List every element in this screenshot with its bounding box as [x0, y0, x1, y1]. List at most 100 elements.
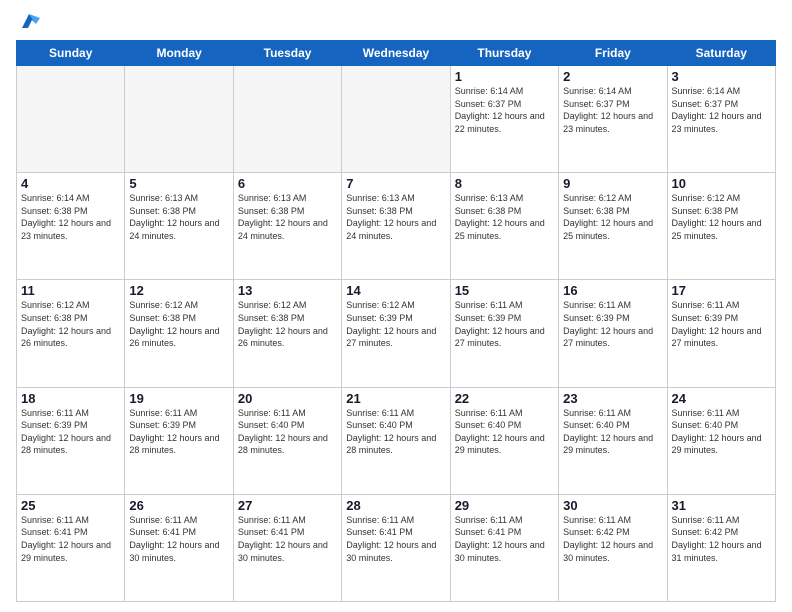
logo-icon [18, 10, 40, 32]
calendar-cell: 30Sunrise: 6:11 AMSunset: 6:42 PMDayligh… [559, 494, 667, 601]
day-number: 30 [563, 498, 662, 513]
day-number: 10 [672, 176, 771, 191]
calendar-cell: 1Sunrise: 6:14 AMSunset: 6:37 PMDaylight… [450, 66, 558, 173]
day-number: 11 [21, 283, 120, 298]
day-info: Sunrise: 6:11 AMSunset: 6:39 PMDaylight:… [672, 299, 771, 349]
calendar-week-4: 25Sunrise: 6:11 AMSunset: 6:41 PMDayligh… [17, 494, 776, 601]
day-info: Sunrise: 6:13 AMSunset: 6:38 PMDaylight:… [129, 192, 228, 242]
day-header-saturday: Saturday [667, 41, 775, 66]
day-info: Sunrise: 6:11 AMSunset: 6:39 PMDaylight:… [21, 407, 120, 457]
calendar-cell: 8Sunrise: 6:13 AMSunset: 6:38 PMDaylight… [450, 173, 558, 280]
calendar-cell: 26Sunrise: 6:11 AMSunset: 6:41 PMDayligh… [125, 494, 233, 601]
day-info: Sunrise: 6:11 AMSunset: 6:41 PMDaylight:… [129, 514, 228, 564]
day-number: 31 [672, 498, 771, 513]
calendar-cell: 29Sunrise: 6:11 AMSunset: 6:41 PMDayligh… [450, 494, 558, 601]
day-info: Sunrise: 6:12 AMSunset: 6:38 PMDaylight:… [238, 299, 337, 349]
day-info: Sunrise: 6:11 AMSunset: 6:40 PMDaylight:… [238, 407, 337, 457]
day-info: Sunrise: 6:11 AMSunset: 6:40 PMDaylight:… [455, 407, 554, 457]
header [16, 12, 776, 32]
day-header-thursday: Thursday [450, 41, 558, 66]
calendar-cell [233, 66, 341, 173]
day-info: Sunrise: 6:13 AMSunset: 6:38 PMDaylight:… [455, 192, 554, 242]
calendar-cell: 27Sunrise: 6:11 AMSunset: 6:41 PMDayligh… [233, 494, 341, 601]
calendar-cell: 11Sunrise: 6:12 AMSunset: 6:38 PMDayligh… [17, 280, 125, 387]
day-number: 20 [238, 391, 337, 406]
day-info: Sunrise: 6:14 AMSunset: 6:37 PMDaylight:… [672, 85, 771, 135]
calendar-cell: 14Sunrise: 6:12 AMSunset: 6:39 PMDayligh… [342, 280, 450, 387]
day-info: Sunrise: 6:12 AMSunset: 6:38 PMDaylight:… [563, 192, 662, 242]
day-info: Sunrise: 6:11 AMSunset: 6:41 PMDaylight:… [238, 514, 337, 564]
day-number: 21 [346, 391, 445, 406]
calendar-week-0: 1Sunrise: 6:14 AMSunset: 6:37 PMDaylight… [17, 66, 776, 173]
calendar-cell: 15Sunrise: 6:11 AMSunset: 6:39 PMDayligh… [450, 280, 558, 387]
day-number: 12 [129, 283, 228, 298]
day-number: 24 [672, 391, 771, 406]
calendar-week-3: 18Sunrise: 6:11 AMSunset: 6:39 PMDayligh… [17, 387, 776, 494]
day-number: 6 [238, 176, 337, 191]
calendar-cell: 28Sunrise: 6:11 AMSunset: 6:41 PMDayligh… [342, 494, 450, 601]
day-number: 17 [672, 283, 771, 298]
calendar-cell: 9Sunrise: 6:12 AMSunset: 6:38 PMDaylight… [559, 173, 667, 280]
calendar-cell: 6Sunrise: 6:13 AMSunset: 6:38 PMDaylight… [233, 173, 341, 280]
calendar-cell: 16Sunrise: 6:11 AMSunset: 6:39 PMDayligh… [559, 280, 667, 387]
day-number: 22 [455, 391, 554, 406]
calendar-table: SundayMondayTuesdayWednesdayThursdayFrid… [16, 40, 776, 602]
calendar-cell [17, 66, 125, 173]
calendar-cell: 12Sunrise: 6:12 AMSunset: 6:38 PMDayligh… [125, 280, 233, 387]
day-number: 2 [563, 69, 662, 84]
calendar-cell: 18Sunrise: 6:11 AMSunset: 6:39 PMDayligh… [17, 387, 125, 494]
day-info: Sunrise: 6:14 AMSunset: 6:37 PMDaylight:… [455, 85, 554, 135]
calendar-cell: 5Sunrise: 6:13 AMSunset: 6:38 PMDaylight… [125, 173, 233, 280]
day-number: 15 [455, 283, 554, 298]
day-info: Sunrise: 6:12 AMSunset: 6:39 PMDaylight:… [346, 299, 445, 349]
day-info: Sunrise: 6:11 AMSunset: 6:40 PMDaylight:… [563, 407, 662, 457]
day-info: Sunrise: 6:11 AMSunset: 6:41 PMDaylight:… [455, 514, 554, 564]
day-info: Sunrise: 6:14 AMSunset: 6:37 PMDaylight:… [563, 85, 662, 135]
day-number: 3 [672, 69, 771, 84]
calendar-cell: 22Sunrise: 6:11 AMSunset: 6:40 PMDayligh… [450, 387, 558, 494]
calendar-cell [342, 66, 450, 173]
day-number: 14 [346, 283, 445, 298]
day-info: Sunrise: 6:14 AMSunset: 6:38 PMDaylight:… [21, 192, 120, 242]
day-number: 9 [563, 176, 662, 191]
day-info: Sunrise: 6:13 AMSunset: 6:38 PMDaylight:… [238, 192, 337, 242]
calendar-cell: 4Sunrise: 6:14 AMSunset: 6:38 PMDaylight… [17, 173, 125, 280]
calendar-cell: 3Sunrise: 6:14 AMSunset: 6:37 PMDaylight… [667, 66, 775, 173]
day-info: Sunrise: 6:11 AMSunset: 6:42 PMDaylight:… [563, 514, 662, 564]
day-number: 4 [21, 176, 120, 191]
calendar-cell: 31Sunrise: 6:11 AMSunset: 6:42 PMDayligh… [667, 494, 775, 601]
day-header-sunday: Sunday [17, 41, 125, 66]
calendar-header-row: SundayMondayTuesdayWednesdayThursdayFrid… [17, 41, 776, 66]
day-header-friday: Friday [559, 41, 667, 66]
day-number: 16 [563, 283, 662, 298]
calendar-cell [125, 66, 233, 173]
day-number: 28 [346, 498, 445, 513]
day-info: Sunrise: 6:12 AMSunset: 6:38 PMDaylight:… [129, 299, 228, 349]
page: SundayMondayTuesdayWednesdayThursdayFrid… [0, 0, 792, 612]
calendar-cell: 17Sunrise: 6:11 AMSunset: 6:39 PMDayligh… [667, 280, 775, 387]
day-number: 26 [129, 498, 228, 513]
day-info: Sunrise: 6:11 AMSunset: 6:41 PMDaylight:… [346, 514, 445, 564]
day-number: 29 [455, 498, 554, 513]
day-header-wednesday: Wednesday [342, 41, 450, 66]
calendar-cell: 19Sunrise: 6:11 AMSunset: 6:39 PMDayligh… [125, 387, 233, 494]
day-info: Sunrise: 6:11 AMSunset: 6:42 PMDaylight:… [672, 514, 771, 564]
day-number: 19 [129, 391, 228, 406]
day-info: Sunrise: 6:11 AMSunset: 6:39 PMDaylight:… [563, 299, 662, 349]
day-number: 7 [346, 176, 445, 191]
calendar-cell: 21Sunrise: 6:11 AMSunset: 6:40 PMDayligh… [342, 387, 450, 494]
calendar-week-1: 4Sunrise: 6:14 AMSunset: 6:38 PMDaylight… [17, 173, 776, 280]
day-info: Sunrise: 6:11 AMSunset: 6:39 PMDaylight:… [129, 407, 228, 457]
calendar-cell: 10Sunrise: 6:12 AMSunset: 6:38 PMDayligh… [667, 173, 775, 280]
calendar-cell: 7Sunrise: 6:13 AMSunset: 6:38 PMDaylight… [342, 173, 450, 280]
calendar-cell: 13Sunrise: 6:12 AMSunset: 6:38 PMDayligh… [233, 280, 341, 387]
day-number: 25 [21, 498, 120, 513]
day-number: 27 [238, 498, 337, 513]
day-info: Sunrise: 6:11 AMSunset: 6:40 PMDaylight:… [346, 407, 445, 457]
day-info: Sunrise: 6:11 AMSunset: 6:40 PMDaylight:… [672, 407, 771, 457]
day-info: Sunrise: 6:11 AMSunset: 6:41 PMDaylight:… [21, 514, 120, 564]
calendar-cell: 24Sunrise: 6:11 AMSunset: 6:40 PMDayligh… [667, 387, 775, 494]
day-number: 18 [21, 391, 120, 406]
calendar-cell: 23Sunrise: 6:11 AMSunset: 6:40 PMDayligh… [559, 387, 667, 494]
day-info: Sunrise: 6:13 AMSunset: 6:38 PMDaylight:… [346, 192, 445, 242]
